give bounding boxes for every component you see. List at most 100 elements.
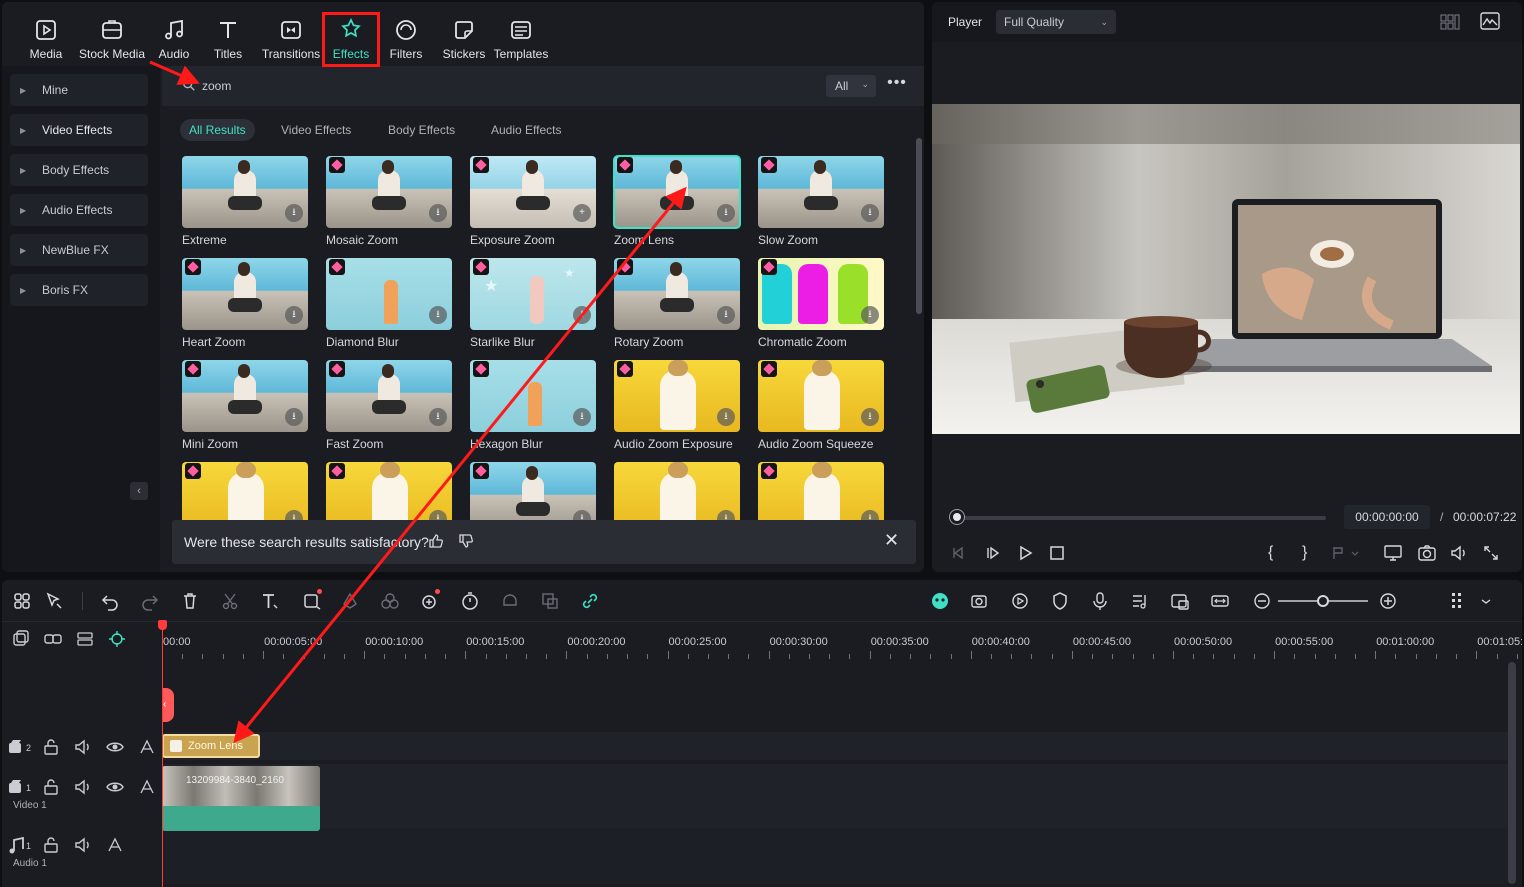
tab-stickers[interactable]: Stickers	[438, 10, 490, 64]
effect-card[interactable]: ⭳ Diamond Blur	[326, 258, 452, 349]
stop-icon[interactable]	[1048, 544, 1066, 562]
effect-thumbnail[interactable]: ★ ★ ⭳	[470, 258, 596, 330]
track-layout-icon[interactable]	[76, 630, 94, 648]
ai-tools-icon[interactable]	[420, 589, 440, 611]
effect-thumbnail[interactable]: ⭳	[470, 462, 596, 520]
effect-thumbnail[interactable]: ⭳	[326, 156, 452, 228]
download-icon[interactable]: ⭳	[861, 306, 879, 324]
lock-icon[interactable]	[42, 778, 60, 796]
color-icon[interactable]	[340, 591, 360, 611]
tab-templates[interactable]: Templates	[492, 10, 550, 64]
select-tool-icon[interactable]	[44, 591, 64, 611]
audio-mix-icon[interactable]	[1130, 591, 1150, 611]
effect-card[interactable]: + Exposure Zoom	[470, 156, 596, 247]
download-icon[interactable]: ⭳	[429, 306, 447, 324]
sidebar-item-mine[interactable]: ▶ Mine	[10, 74, 148, 106]
lock-icon[interactable]	[42, 738, 60, 756]
effect-thumbnail[interactable]: ⭳	[470, 360, 596, 432]
mute-icon[interactable]	[74, 778, 92, 796]
undo-icon[interactable]	[100, 591, 120, 611]
playback-progress-track[interactable]	[956, 516, 1326, 520]
thumbs-up-icon[interactable]	[428, 533, 444, 549]
effect-card[interactable]: ⭳ Chromatic Zoom	[758, 258, 884, 349]
effect-thumbnail[interactable]: ⭳	[326, 360, 452, 432]
effect-card[interactable]: ⭳ Hexagon Blur	[470, 360, 596, 451]
speed-icon[interactable]	[460, 591, 480, 611]
effect-thumbnail[interactable]: ⭳	[758, 462, 884, 520]
timeline-vertical-scrollbar[interactable]	[1508, 662, 1516, 884]
auto-beat-icon[interactable]	[970, 591, 990, 611]
download-icon[interactable]: ⭳	[717, 306, 735, 324]
effect-card[interactable]: ⭳ Extreme	[182, 156, 308, 247]
snapshot-icon[interactable]	[1418, 544, 1436, 562]
render-preview-icon[interactable]	[1010, 591, 1030, 611]
more-options-button[interactable]: •••	[886, 75, 908, 96]
playhead-handle[interactable]	[158, 620, 167, 630]
effect-thumbnail[interactable]: ⭳	[758, 156, 884, 228]
video-scope-icon[interactable]	[1480, 12, 1500, 30]
video-preview[interactable]	[932, 104, 1520, 434]
category-tab-audio-effects[interactable]: Audio Effects	[482, 119, 571, 141]
effect-thumbnail[interactable]: ⭳	[182, 360, 308, 432]
download-icon[interactable]: ⭳	[429, 204, 447, 222]
tab-transitions[interactable]: Transitions	[260, 10, 322, 64]
download-icon[interactable]: ⭳	[717, 510, 735, 520]
download-icon[interactable]: ⭳	[285, 306, 303, 324]
add-track-icon[interactable]	[12, 630, 30, 648]
subtitle-icon[interactable]	[540, 591, 560, 611]
download-icon[interactable]: ⭳	[429, 408, 447, 426]
download-icon[interactable]: ⭳	[573, 510, 591, 520]
download-icon[interactable]: ⭳	[573, 408, 591, 426]
effect-card[interactable]: ⭳ Audio Zoom Exposure	[614, 360, 740, 451]
zoom-in-icon[interactable]	[1378, 591, 1398, 611]
sidebar-item-audio-effects[interactable]: ▶ Audio Effects	[10, 194, 148, 226]
filter-dropdown[interactable]: All ⌄	[826, 75, 876, 97]
zoom-out-icon[interactable]	[1252, 591, 1272, 611]
redo-icon[interactable]	[140, 591, 160, 611]
eye-icon[interactable]	[106, 738, 124, 756]
timeline-settings-icon[interactable]	[1448, 591, 1468, 611]
effect-card[interactable]: ⭳	[758, 462, 884, 520]
sidebar-item-boris-fx[interactable]: ▶ Boris FX	[10, 274, 148, 306]
close-icon[interactable]: ✕	[884, 531, 900, 549]
mute-icon[interactable]	[74, 836, 92, 854]
eye-icon[interactable]	[106, 778, 124, 796]
effect-thumbnail[interactable]: ⭳	[326, 258, 452, 330]
fullscreen-icon[interactable]	[1482, 544, 1500, 562]
effect-thumbnail[interactable]: ⭳	[182, 258, 308, 330]
volume-icon[interactable]	[1450, 544, 1468, 562]
effect-card[interactable]: ⭳ Mosaic Zoom	[326, 156, 452, 247]
range-marker[interactable]: ‹	[162, 688, 174, 722]
grid-view-icon[interactable]	[1440, 14, 1460, 30]
download-icon[interactable]: ⭳	[717, 408, 735, 426]
effect-thumbnail[interactable]: ⭳	[182, 462, 308, 520]
shield-icon[interactable]	[1050, 591, 1070, 611]
effect-thumbnail[interactable]: ⭳	[326, 462, 452, 520]
download-icon[interactable]: ⭳	[285, 204, 303, 222]
auto-ripple-icon[interactable]	[106, 836, 124, 854]
auto-ripple-icon[interactable]	[138, 778, 156, 796]
effect-thumbnail[interactable]: ⭳	[758, 360, 884, 432]
playback-progress-knob[interactable]	[950, 510, 964, 524]
effects-scrollbar[interactable]	[916, 138, 922, 314]
layout-icon[interactable]	[12, 591, 32, 611]
ai-assistant-icon[interactable]	[930, 591, 950, 611]
playhead[interactable]	[162, 620, 163, 887]
lock-icon[interactable]	[42, 836, 60, 854]
effect-card[interactable]: ⭳	[470, 462, 596, 520]
category-tab-video-effects[interactable]: Video Effects	[272, 119, 360, 141]
tab-audio[interactable]: Audio	[154, 10, 194, 64]
effect-card[interactable]: ⭳ Fast Zoom	[326, 360, 452, 451]
effect-card[interactable]: ★ ★ ⭳ Starlike Blur	[470, 258, 596, 349]
mute-icon[interactable]	[74, 738, 92, 756]
timeline-ruler[interactable]: 00:00 00:00:05:00 00:00:10:00 00:00:15:00 00…	[162, 622, 1522, 660]
video-track-row[interactable]	[162, 764, 1508, 834]
effect-card[interactable]: ⭳ Rotary Zoom	[614, 258, 740, 349]
mark-in-icon[interactable]: {	[1268, 544, 1286, 562]
category-tab-all-results[interactable]: All Results	[180, 119, 255, 141]
download-icon[interactable]: ⭳	[429, 510, 447, 520]
chevron-down-icon[interactable]	[1476, 591, 1496, 611]
mark-out-icon[interactable]: }	[1302, 544, 1320, 562]
microphone-icon[interactable]	[1090, 591, 1110, 611]
download-icon[interactable]: ⭳	[861, 204, 879, 222]
